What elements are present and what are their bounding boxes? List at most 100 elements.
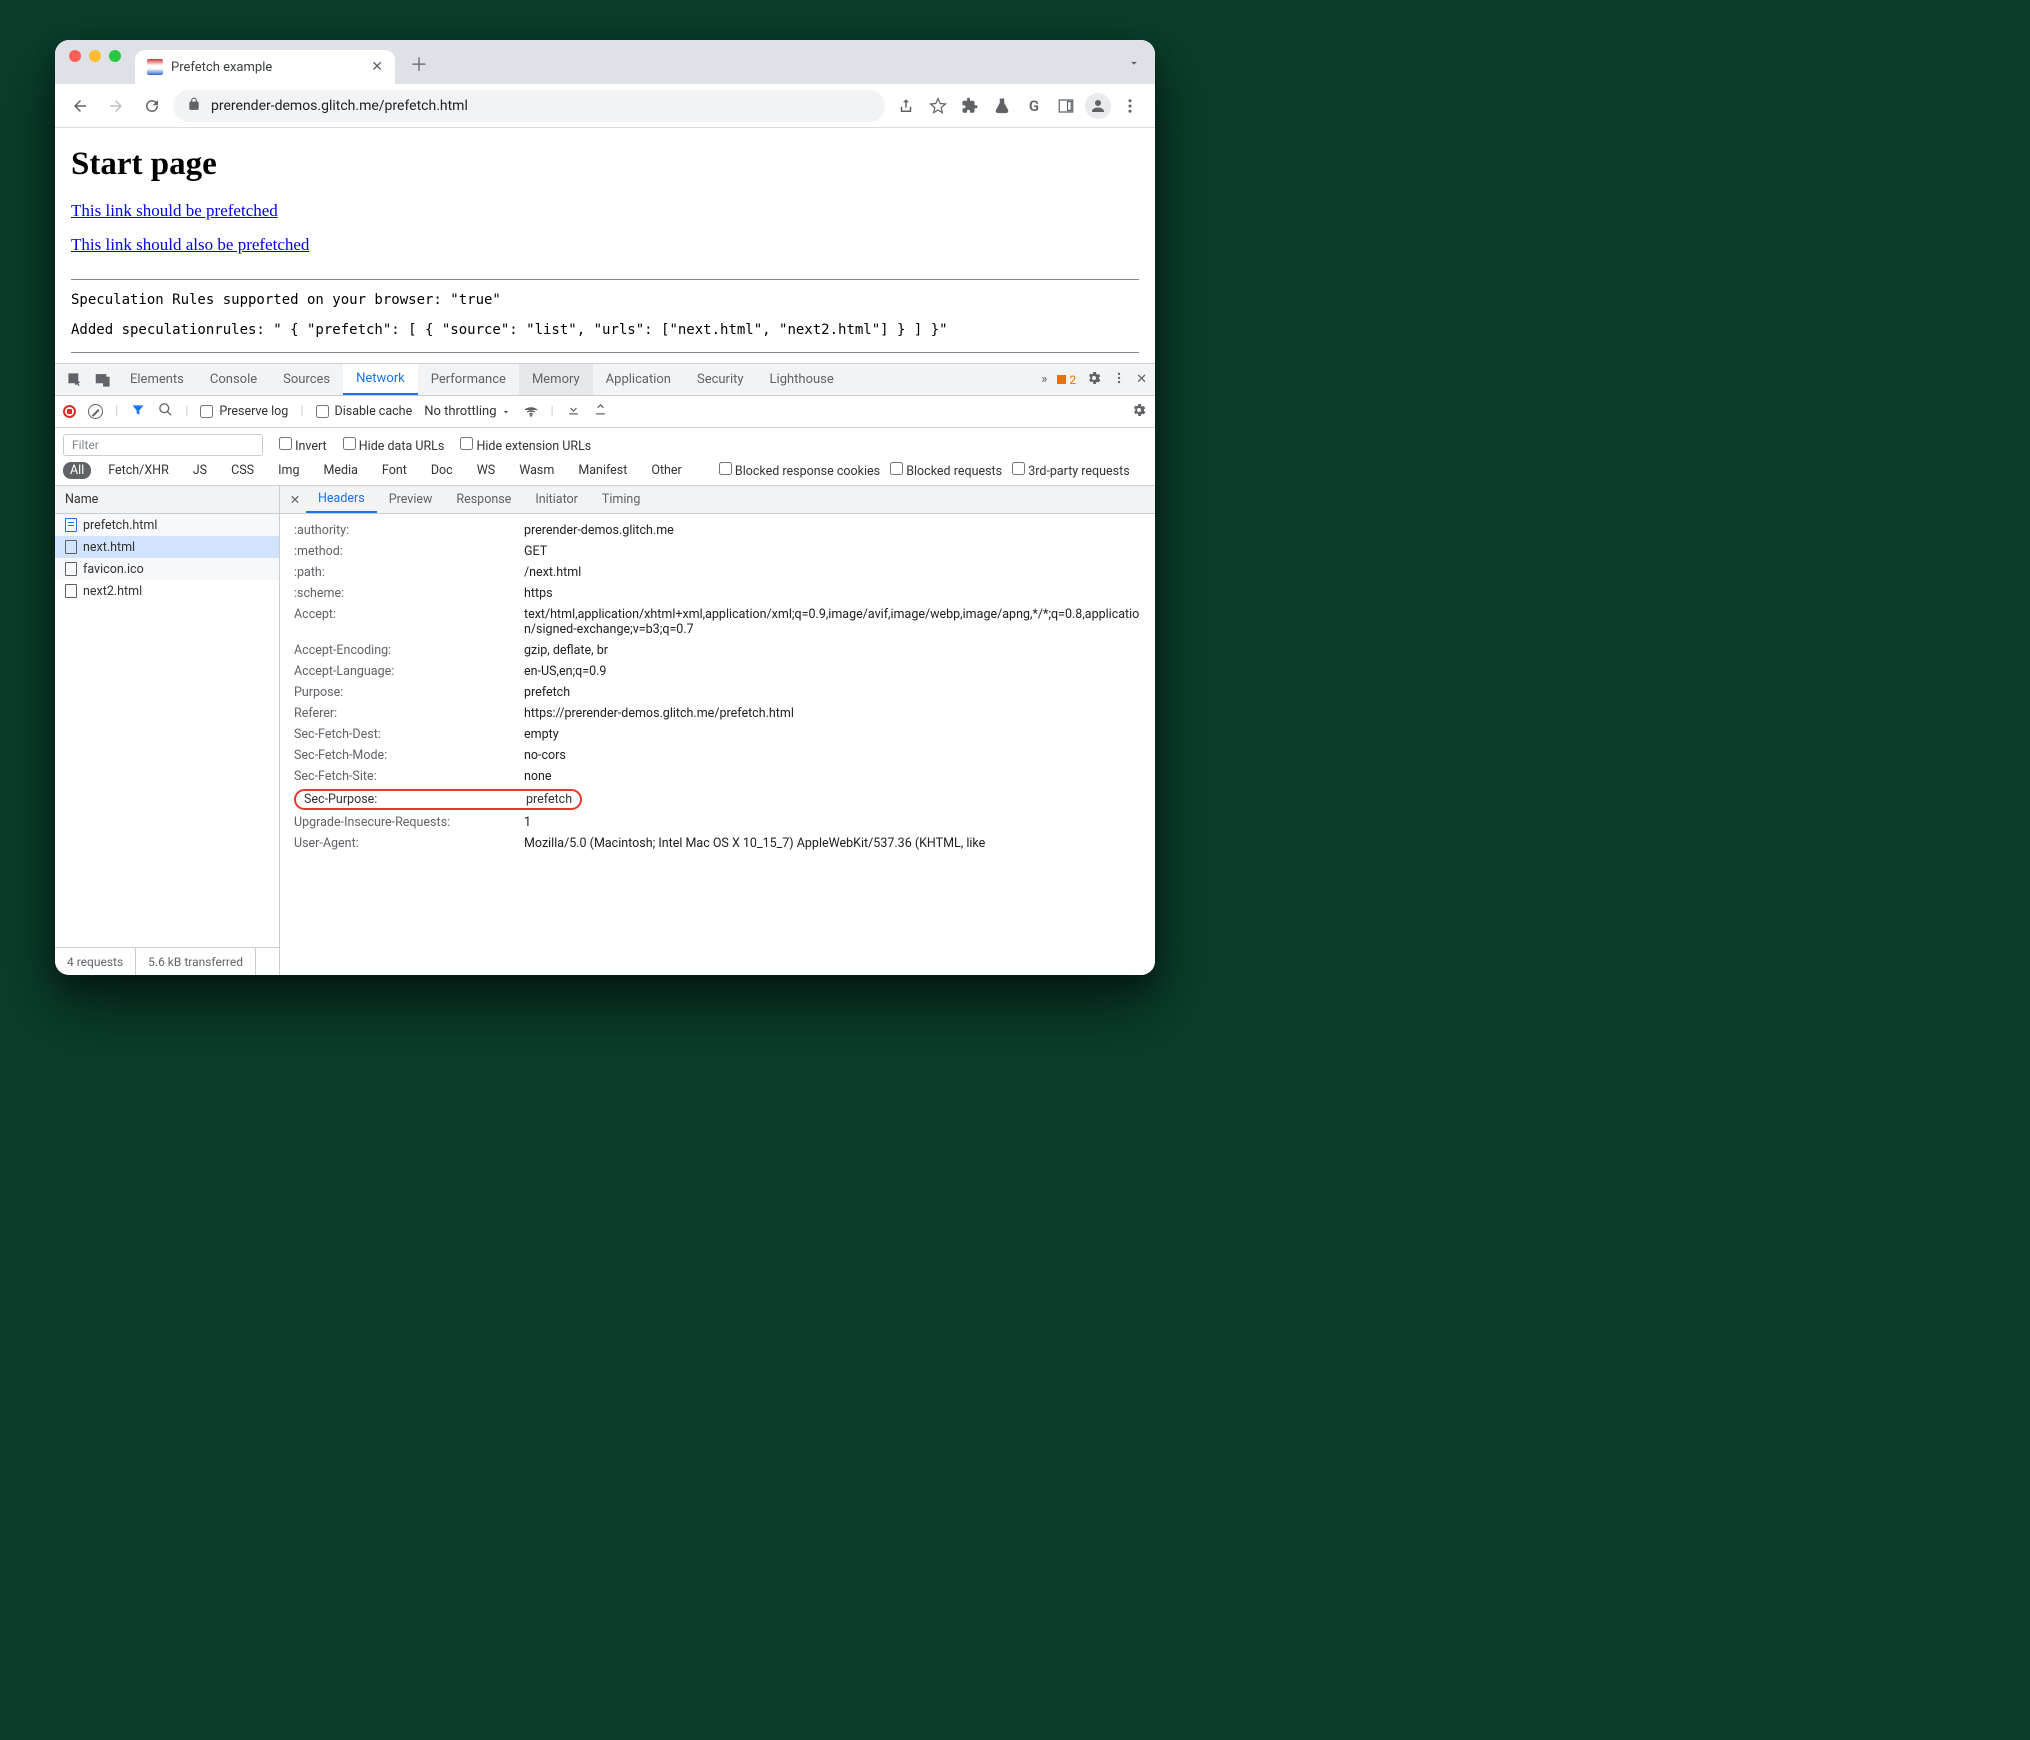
request-detail: ✕ HeadersPreviewResponseInitiatorTiming … [280, 486, 1155, 975]
hide-extension-urls-checkbox[interactable]: Hide extension URLs [460, 437, 591, 454]
detail-tab-headers[interactable]: Headers [306, 486, 377, 513]
close-window-button[interactable] [69, 50, 81, 62]
header-value: /next.html [524, 565, 1141, 580]
panel-tab-console[interactable]: Console [197, 364, 270, 395]
forward-button[interactable] [101, 91, 131, 121]
devtools-close-button[interactable]: ✕ [1136, 372, 1147, 387]
type-filter-doc[interactable]: Doc [424, 462, 460, 479]
panel-tab-security[interactable]: Security [684, 364, 757, 395]
minimize-window-button[interactable] [89, 50, 101, 62]
panel-tab-sources[interactable]: Sources [270, 364, 343, 395]
type-filter-manifest[interactable]: Manifest [571, 462, 634, 479]
filter-toggle-button[interactable] [130, 402, 146, 422]
header-key: Accept-Encoding: [294, 643, 524, 658]
devtools-settings-button[interactable] [1086, 370, 1102, 390]
device-toggle-button[interactable] [89, 372, 117, 388]
panel-tab-lighthouse[interactable]: Lighthouse [757, 364, 847, 395]
panel-tab-network[interactable]: Network [343, 364, 418, 395]
header-key: Accept: [294, 607, 524, 637]
new-tab-button[interactable]: ＋ [405, 50, 433, 78]
reload-button[interactable] [137, 91, 167, 121]
detail-tab-initiator[interactable]: Initiator [523, 486, 590, 513]
panel-tab-application[interactable]: Application [593, 364, 684, 395]
panel-tab-elements[interactable]: Elements [117, 364, 197, 395]
browser-tab[interactable]: Prefetch example ✕ [135, 50, 395, 84]
bookmark-button[interactable] [923, 91, 953, 121]
clear-button[interactable] [88, 404, 103, 419]
third-party-checkbox[interactable]: 3rd-party requests [1012, 462, 1130, 479]
header-value: empty [524, 727, 1141, 742]
type-filter-js[interactable]: JS [186, 462, 214, 479]
file-icon [65, 584, 77, 598]
back-button[interactable] [65, 91, 95, 121]
menu-button[interactable] [1115, 91, 1145, 121]
request-row[interactable]: next2.html [55, 580, 279, 602]
maximize-window-button[interactable] [109, 50, 121, 62]
more-panels-button[interactable]: » [1041, 372, 1047, 387]
panel-tab-performance[interactable]: Performance [418, 364, 519, 395]
address-bar[interactable]: prerender-demos.glitch.me/prefetch.html [173, 90, 885, 122]
network-conditions-button[interactable] [523, 402, 539, 422]
network-body: Name prefetch.htmlnext.html favicon.ico ne… [55, 486, 1155, 975]
type-filter-other[interactable]: Other [644, 462, 688, 479]
warnings-badge[interactable]: 2 [1057, 373, 1076, 387]
import-har-button[interactable] [566, 402, 581, 421]
type-filter-img[interactable]: Img [271, 462, 306, 479]
invert-checkbox[interactable]: Invert [279, 437, 327, 454]
export-har-button[interactable] [593, 402, 608, 421]
detail-tab-timing[interactable]: Timing [590, 486, 652, 513]
hide-data-urls-checkbox[interactable]: Hide data URLs [343, 437, 445, 454]
google-button[interactable]: G [1019, 91, 1049, 121]
preserve-log-checkbox[interactable]: Preserve log [200, 404, 288, 419]
header-row: :method:GET [294, 541, 1141, 562]
close-tab-button[interactable]: ✕ [371, 59, 383, 75]
search-button[interactable] [158, 402, 173, 421]
blocked-requests-checkbox[interactable]: Blocked requests [890, 462, 1002, 479]
type-filter-ws[interactable]: WS [470, 462, 503, 479]
detail-tab-response[interactable]: Response [444, 486, 523, 513]
type-filter-font[interactable]: Font [375, 462, 414, 479]
prefetch-link-2[interactable]: This link should also be prefetched [71, 235, 309, 255]
type-filter-media[interactable]: Media [316, 462, 364, 479]
request-list-header[interactable]: Name [55, 486, 279, 514]
header-row: Accept-Encoding:gzip, deflate, br [294, 640, 1141, 661]
header-key: Sec-Purpose: [304, 792, 526, 807]
header-value: none [524, 769, 1141, 784]
page-content: Start page This link should be prefetche… [55, 128, 1155, 363]
header-row: :path:/next.html [294, 562, 1141, 583]
side-panel-button[interactable] [1051, 91, 1081, 121]
disable-cache-checkbox[interactable]: Disable cache [316, 404, 413, 419]
labs-button[interactable] [987, 91, 1017, 121]
prefetch-link-1[interactable]: This link should be prefetched [71, 201, 278, 221]
throttling-select[interactable]: No throttling [424, 404, 510, 419]
request-name: favicon.ico [83, 562, 144, 577]
request-row[interactable]: next.html [55, 536, 279, 558]
detail-tab-preview[interactable]: Preview [377, 486, 445, 513]
blocked-cookies-checkbox[interactable]: Blocked response cookies [719, 462, 880, 479]
header-row: Accept-Language:en-US,en;q=0.9 [294, 661, 1141, 682]
tab-overflow-button[interactable] [1127, 55, 1141, 74]
share-button[interactable] [891, 91, 921, 121]
header-key: Upgrade-Insecure-Requests: [294, 815, 524, 830]
profile-button[interactable] [1083, 91, 1113, 121]
type-filter-all[interactable]: All [63, 462, 91, 479]
request-row[interactable]: prefetch.html [55, 514, 279, 536]
request-row[interactable]: favicon.ico [55, 558, 279, 580]
panel-tab-memory[interactable]: Memory [519, 364, 593, 395]
extensions-button[interactable] [955, 91, 985, 121]
header-row: Sec-Fetch-Dest:empty [294, 724, 1141, 745]
type-filter-css[interactable]: CSS [224, 462, 261, 479]
header-value: gzip, deflate, br [524, 643, 1141, 658]
header-value: prerender-demos.glitch.me [524, 523, 1141, 538]
record-button[interactable] [63, 405, 76, 418]
header-value: 1 [524, 815, 1141, 830]
type-filter-fetchxhr[interactable]: Fetch/XHR [101, 462, 176, 479]
type-filter-wasm[interactable]: Wasm [512, 462, 561, 479]
element-picker-button[interactable] [61, 372, 89, 388]
header-value: https [524, 586, 1141, 601]
devtools-menu-button[interactable] [1112, 371, 1126, 389]
network-settings-button[interactable] [1131, 402, 1147, 422]
detail-tabs: ✕ HeadersPreviewResponseInitiatorTiming [280, 486, 1155, 514]
close-detail-button[interactable]: ✕ [284, 492, 306, 508]
filter-input[interactable]: Filter [63, 434, 263, 456]
